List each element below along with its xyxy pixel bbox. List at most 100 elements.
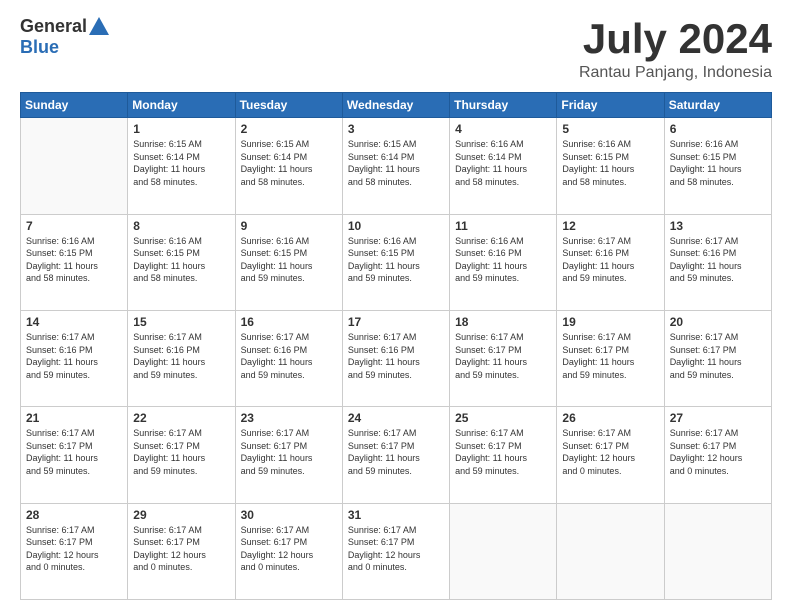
day-number: 31 [348,508,444,522]
day-number: 9 [241,219,337,233]
cell-info: Sunrise: 6:16 AMSunset: 6:15 PMDaylight:… [562,138,658,188]
logo-triangle-icon [89,17,109,35]
cell-info: Sunrise: 6:17 AMSunset: 6:17 PMDaylight:… [348,524,444,574]
cell-info: Sunrise: 6:16 AMSunset: 6:16 PMDaylight:… [455,235,551,285]
cell-info: Sunrise: 6:15 AMSunset: 6:14 PMDaylight:… [348,138,444,188]
table-row: 29 Sunrise: 6:17 AMSunset: 6:17 PMDayligh… [128,503,235,599]
table-row: 20Sunrise: 6:17 AMSunset: 6:17 PMDayligh… [664,310,771,406]
day-number: 4 [455,122,551,136]
day-number: 7 [26,219,122,233]
calendar-week-row: 14 Sunrise: 6:17 AMSunset: 6:16 PMDayligh… [21,310,772,406]
table-row: 27 Sunrise: 6:17 AMSunset: 6:17 PMDayligh… [664,407,771,503]
cell-info: Sunrise: 6:16 AMSunset: 6:15 PMDaylight:… [670,138,766,188]
day-number: 10 [348,219,444,233]
table-row: 23 Sunrise: 6:17 AMSunset: 6:17 PMDayligh… [235,407,342,503]
calendar-header-row: Sunday Monday Tuesday Wednesday Thursday… [21,93,772,118]
table-row: 26 Sunrise: 6:17 AMSunset: 6:17 PMDayligh… [557,407,664,503]
header: General Blue July 2024 Rantau Panjang, I… [20,16,772,82]
cell-info: Sunrise: 6:17 AMSunset: 6:17 PMDaylight:… [241,427,337,477]
cell-info: Sunrise: 6:17 AMSunset: 6:16 PMDaylight:… [348,331,444,381]
table-row: 15 Sunrise: 6:17 AMSunset: 6:16 PMDayligh… [128,310,235,406]
day-number: 18 [455,315,551,329]
day-number: 14 [26,315,122,329]
month-title: July 2024 [579,16,772,62]
col-wednesday: Wednesday [342,93,449,118]
calendar-week-row: 28 Sunrise: 6:17 AMSunset: 6:17 PMDayligh… [21,503,772,599]
cell-info: Sunrise: 6:17 AMSunset: 6:17 PMDaylight:… [133,524,229,574]
cell-info: Sunrise: 6:15 AMSunset: 6:14 PMDaylight:… [133,138,229,188]
table-row: 9 Sunrise: 6:16 AMSunset: 6:15 PMDaylight… [235,214,342,310]
cell-info: Sunrise: 6:17 AMSunset: 6:16 PMDaylight:… [26,331,122,381]
table-row: 3 Sunrise: 6:15 AMSunset: 6:14 PMDaylight… [342,118,449,214]
table-row: 30Sunrise: 6:17 AMSunset: 6:17 PMDayligh… [235,503,342,599]
cell-info: Sunrise: 6:17 AMSunset: 6:16 PMDaylight:… [562,235,658,285]
table-row: 6 Sunrise: 6:16 AMSunset: 6:15 PMDaylight… [664,118,771,214]
logo: General Blue [20,16,109,58]
cell-info: Sunrise: 6:16 AMSunset: 6:15 PMDaylight:… [348,235,444,285]
day-number: 26 [562,411,658,425]
day-number: 20 [670,315,766,329]
col-friday: Friday [557,93,664,118]
table-row: 2Sunrise: 6:15 AMSunset: 6:14 PMDaylight… [235,118,342,214]
table-row: 1 Sunrise: 6:15 AMSunset: 6:14 PMDaylight… [128,118,235,214]
cell-info: Sunrise: 6:17 AMSunset: 6:16 PMDaylight:… [133,331,229,381]
logo-blue-text: Blue [20,37,59,58]
col-monday: Monday [128,93,235,118]
day-number: 29 [133,508,229,522]
table-row: 10 Sunrise: 6:16 AMSunset: 6:15 PMDayligh… [342,214,449,310]
table-row: 16 Sunrise: 6:17 AMSunset: 6:16 PMDayligh… [235,310,342,406]
day-number: 22 [133,411,229,425]
day-number: 1 [133,122,229,136]
table-row: 17Sunrise: 6:17 AMSunset: 6:16 PMDayligh… [342,310,449,406]
calendar-week-row: 7 Sunrise: 6:16 AMSunset: 6:15 PMDaylight… [21,214,772,310]
table-row [21,118,128,214]
day-number: 8 [133,219,229,233]
table-row: 18 Sunrise: 6:17 AMSunset: 6:17 PMDayligh… [450,310,557,406]
cell-info: Sunrise: 6:17 AMSunset: 6:17 PMDaylight:… [455,331,551,381]
cell-info: Sunrise: 6:17 AMSunset: 6:16 PMDaylight:… [670,235,766,285]
cell-info: Sunrise: 6:16 AMSunset: 6:15 PMDaylight:… [133,235,229,285]
cell-info: Sunrise: 6:17 AMSunset: 6:17 PMDaylight:… [348,427,444,477]
table-row: 14 Sunrise: 6:17 AMSunset: 6:16 PMDayligh… [21,310,128,406]
location: Rantau Panjang, Indonesia [579,64,772,82]
table-row: 5 Sunrise: 6:16 AMSunset: 6:15 PMDaylight… [557,118,664,214]
cell-info: Sunrise: 6:16 AMSunset: 6:14 PMDaylight:… [455,138,551,188]
logo-general-text: General [20,16,87,37]
header-right: July 2024 Rantau Panjang, Indonesia [579,16,772,82]
day-number: 27 [670,411,766,425]
day-number: 19 [562,315,658,329]
cell-info: Sunrise: 6:17 AMSunset: 6:17 PMDaylight:… [562,427,658,477]
cell-info: Sunrise: 6:17 AMSunset: 6:16 PMDaylight:… [241,331,337,381]
col-saturday: Saturday [664,93,771,118]
page: General Blue July 2024 Rantau Panjang, I… [0,0,792,612]
table-row: 4 Sunrise: 6:16 AMSunset: 6:14 PMDaylight… [450,118,557,214]
day-number: 6 [670,122,766,136]
cell-info: Sunrise: 6:17 AMSunset: 6:17 PMDaylight:… [26,524,122,574]
day-number: 3 [348,122,444,136]
table-row: 8 Sunrise: 6:16 AMSunset: 6:15 PMDaylight… [128,214,235,310]
cell-info: Sunrise: 6:17 AMSunset: 6:17 PMDaylight:… [562,331,658,381]
cell-info: Sunrise: 6:17 AMSunset: 6:17 PMDaylight:… [26,427,122,477]
table-row: 11 Sunrise: 6:16 AMSunset: 6:16 PMDayligh… [450,214,557,310]
table-row [664,503,771,599]
cell-info: Sunrise: 6:16 AMSunset: 6:15 PMDaylight:… [241,235,337,285]
day-number: 28 [26,508,122,522]
cell-info: Sunrise: 6:16 AMSunset: 6:15 PMDaylight:… [26,235,122,285]
table-row: 21Sunrise: 6:17 AMSunset: 6:17 PMDayligh… [21,407,128,503]
day-number: 23 [241,411,337,425]
day-number: 16 [241,315,337,329]
table-row: 31 Sunrise: 6:17 AMSunset: 6:17 PMDayligh… [342,503,449,599]
day-number: 15 [133,315,229,329]
cell-info: Sunrise: 6:17 AMSunset: 6:17 PMDaylight:… [241,524,337,574]
table-row [450,503,557,599]
table-row: 22 Sunrise: 6:17 AMSunset: 6:17 PMDayligh… [128,407,235,503]
cell-info: Sunrise: 6:17 AMSunset: 6:17 PMDaylight:… [670,427,766,477]
day-number: 12 [562,219,658,233]
table-row [557,503,664,599]
day-number: 11 [455,219,551,233]
cell-info: Sunrise: 6:15 AMSunset: 6:14 PMDaylight:… [241,138,337,188]
day-number: 13 [670,219,766,233]
day-number: 5 [562,122,658,136]
cell-info: Sunrise: 6:17 AMSunset: 6:17 PMDaylight:… [133,427,229,477]
calendar-table: Sunday Monday Tuesday Wednesday Thursday… [20,92,772,600]
